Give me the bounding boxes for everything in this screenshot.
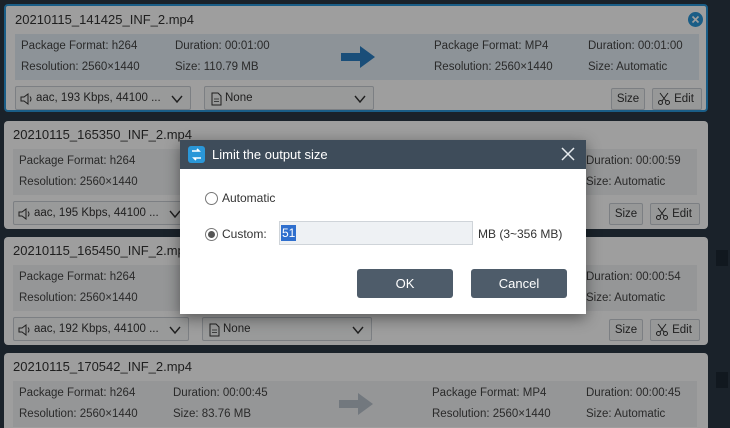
dialog-title: Limit the output size (212, 147, 328, 162)
dialog-header: Limit the output size (180, 140, 586, 169)
cancel-button[interactable]: Cancel (471, 269, 567, 298)
close-icon[interactable] (560, 146, 576, 162)
custom-label: Custom: (222, 227, 267, 241)
custom-radio[interactable] (205, 228, 218, 241)
ok-button[interactable]: OK (357, 269, 453, 298)
automatic-label: Automatic (222, 191, 276, 205)
size-unit-range: MB (3~356 MB) (478, 227, 563, 241)
limit-output-size-dialog: Limit the output size Automatic Custom: … (180, 140, 586, 314)
app-logo-icon (188, 146, 205, 163)
automatic-radio[interactable] (205, 192, 218, 205)
custom-size-input[interactable] (279, 221, 473, 245)
custom-size-value: 51 (281, 225, 297, 241)
